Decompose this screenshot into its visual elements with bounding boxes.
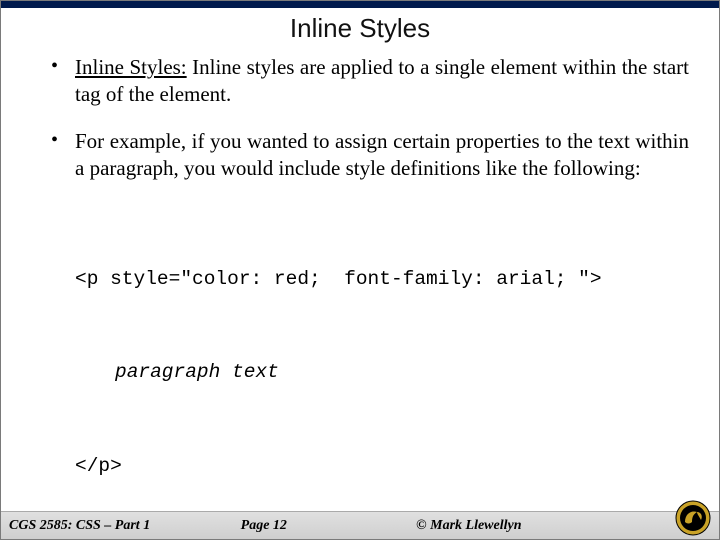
top-accent-bar [1,1,719,8]
bullet-1-term: Inline Styles: [75,55,187,79]
footer-bar: CGS 2585: CSS – Part 1 Page 12 © Mark Ll… [1,511,719,539]
bullet-list: Inline Styles: Inline styles are applied… [31,54,689,182]
code-open: <p style="color: red; font-family: arial… [75,264,689,295]
footer-right: © Mark Llewellyn [416,518,592,534]
content-area: Inline Styles Inline Styles: Inline styl… [1,13,719,540]
code-close: </p> [75,451,689,482]
slide: Inline Styles Inline Styles: Inline styl… [0,0,720,540]
ucf-pegasus-logo-icon [675,500,711,536]
bullet-1: Inline Styles: Inline styles are applied… [75,54,689,108]
code-block: <p style="color: red; font-family: arial… [75,202,689,540]
slide-title: Inline Styles [31,13,689,44]
footer-left: CGS 2585: CSS – Part 1 [9,518,241,534]
footer-center: Page 12 [241,518,417,534]
bullet-2: For example, if you wanted to assign cer… [75,128,689,182]
code-body: paragraph text [75,357,689,388]
